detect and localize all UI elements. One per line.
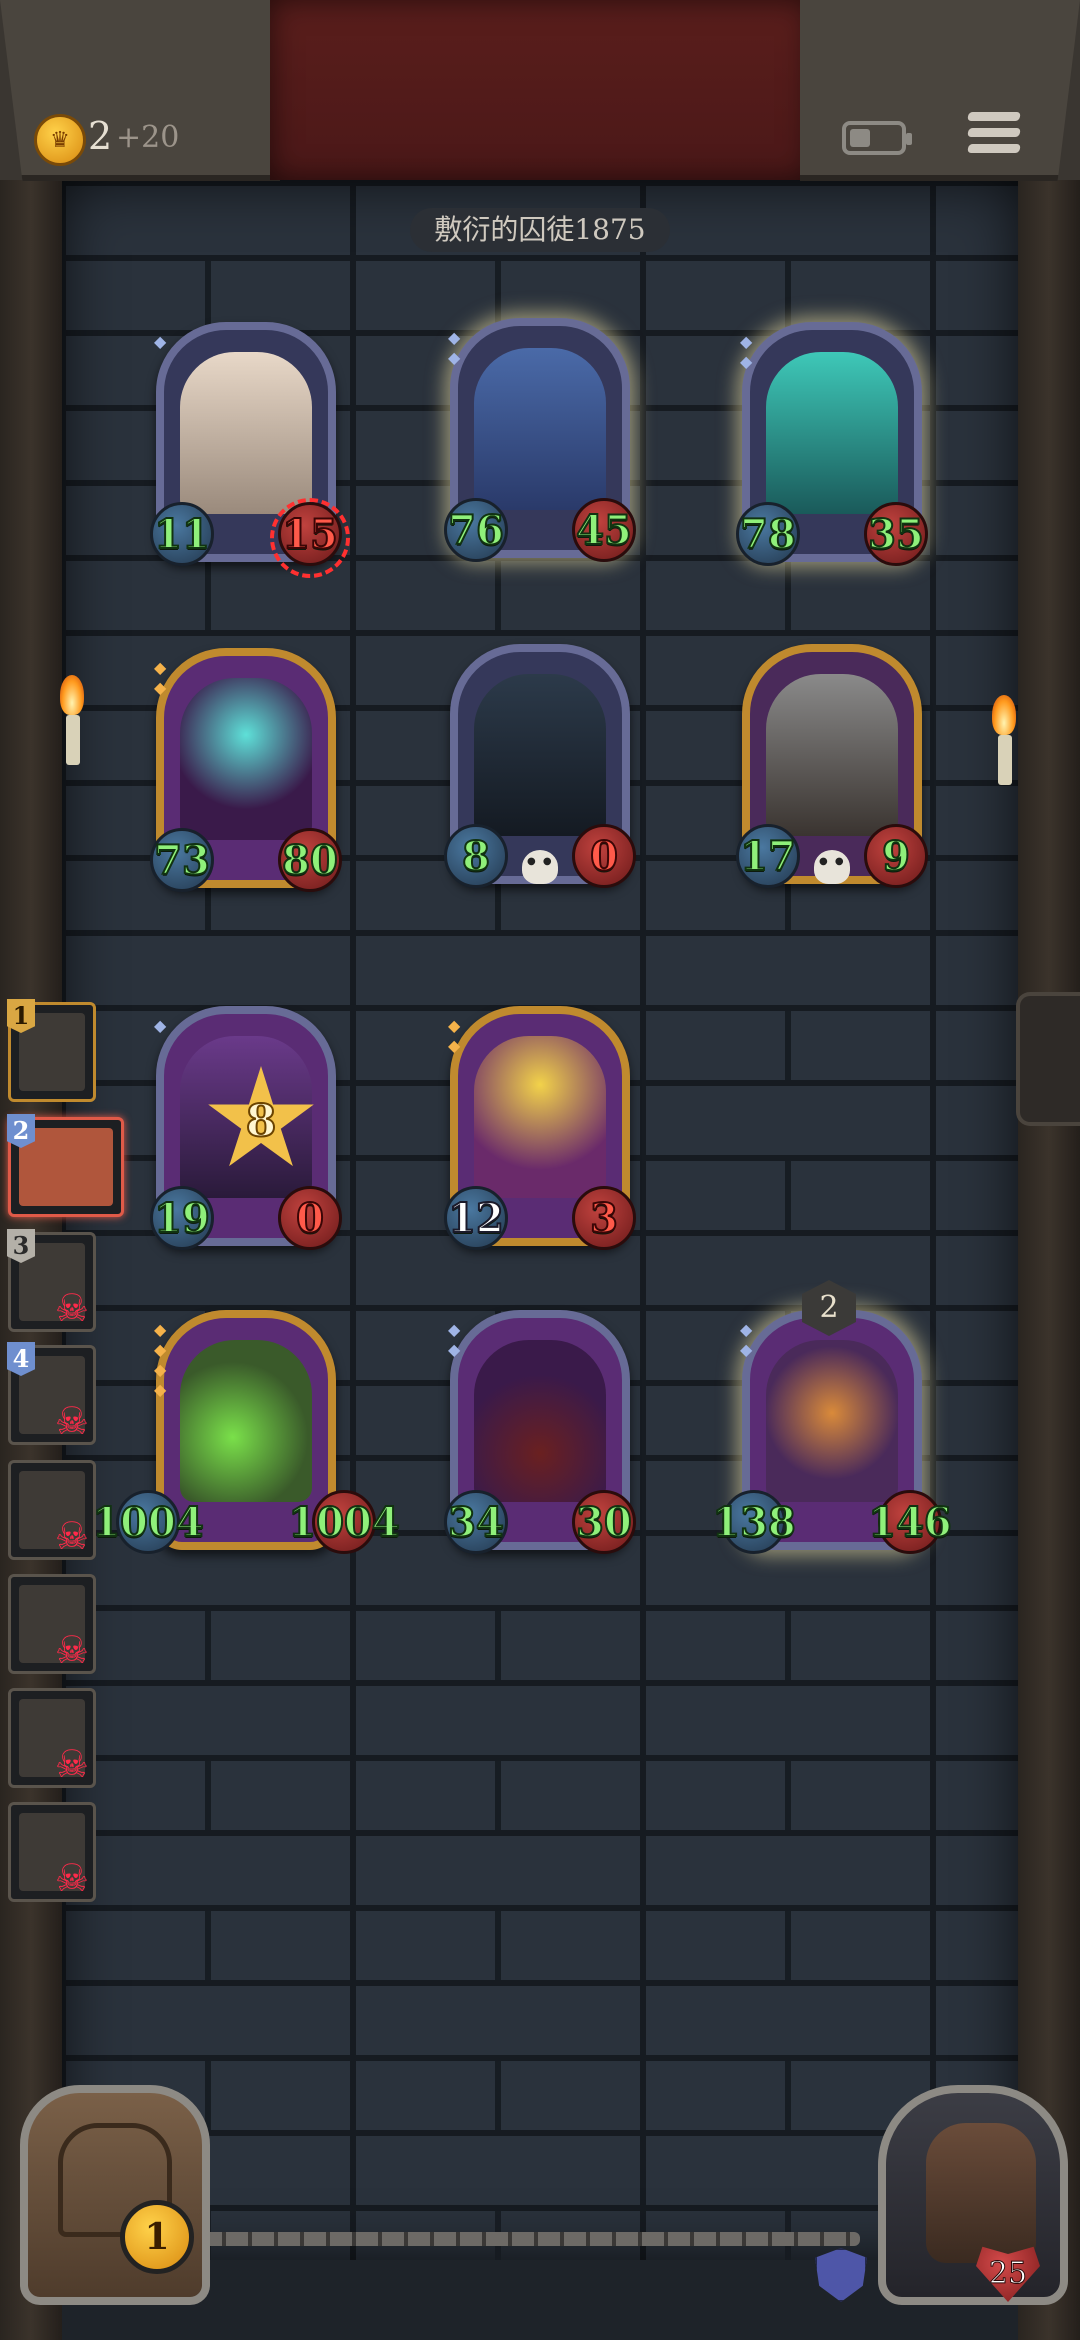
crow-art [474, 674, 606, 836]
attack-stat: 76 [444, 498, 508, 562]
health-stat: 1004 [287, 1490, 401, 1554]
wall-torch-left [54, 675, 90, 765]
goggle-pirate-art [180, 352, 312, 514]
minion-card-scorpion[interactable]: ◆ ◆ 34 30 [444, 1310, 636, 1554]
top-right-panel [800, 0, 1080, 181]
attack-stat: 1004 [91, 1490, 205, 1554]
shield-icon[interactable] [815, 2248, 867, 2302]
crown-coin-icon: ♛ [34, 114, 86, 166]
chain-decoration [200, 2232, 860, 2246]
health-stat: 0 [278, 1186, 342, 1250]
tier-pip-icon: ◆ [154, 1016, 167, 1035]
minion-card-spirit-flame[interactable]: ◆ ◆ 73 80 [150, 648, 342, 892]
armored-knight-art [474, 348, 606, 510]
player-slot-4[interactable]: 4 ☠ [7, 1342, 96, 1445]
health-stat: 0 [572, 824, 636, 888]
tier-pip-icon: ◆ ◆ [740, 1320, 753, 1359]
menu-icon[interactable] [967, 112, 1021, 160]
battery-icon [842, 121, 912, 155]
tier-pip-icon: ◆ ◆ ◆ ◆ [154, 1320, 167, 1399]
skull-icon [814, 850, 850, 884]
player-slot-5[interactable]: ☠ [8, 1460, 96, 1560]
minion-card-pumpkin[interactable]: ◆ ◆ 2 138 146 [711, 1280, 953, 1554]
dungeon-door [270, 0, 810, 180]
minion-card-crow[interactable]: 8 0 [444, 644, 636, 888]
minion-card-goggle-pirate[interactable]: ◆ 11 15 [150, 322, 350, 578]
skull-crossbones-icon: ☠ [54, 1856, 89, 1900]
tier-pip-icon: ◆ ◆ [740, 332, 753, 371]
wall-torch-right [986, 695, 1022, 785]
health-stat: 45 [572, 498, 636, 562]
ghost-samurai-art [766, 352, 898, 514]
hero-portrait[interactable] [878, 2085, 1068, 2305]
health-stat: 35 [864, 502, 928, 566]
skull-icon [522, 850, 558, 884]
tier-pip-icon: ◆ [154, 332, 167, 351]
attack-stat: 78 [736, 502, 800, 566]
tier-pip-icon: ◆ ◆ [448, 1016, 461, 1055]
mech-rat-art [766, 674, 898, 836]
skull-crossbones-icon: ☠ [54, 1628, 89, 1672]
attack-stat: 17 [736, 824, 800, 888]
attack-stat: 138 [711, 1490, 797, 1554]
attack-stat: 12 [444, 1186, 508, 1250]
side-latch [1016, 992, 1080, 1126]
player-slot-8[interactable]: ☠ [8, 1802, 96, 1902]
attack-stat: 34 [444, 1490, 508, 1554]
chest-coin-count: 1 [120, 2200, 194, 2274]
health-stat: 3 [572, 1186, 636, 1250]
attack-stat: 11 [150, 502, 214, 566]
player-slot-6[interactable]: ☠ [8, 1574, 96, 1674]
slime-dragon-art [180, 1340, 312, 1502]
top-bar: ♛ 2 +20 [0, 0, 1080, 181]
skull-crossbones-icon: ☠ [54, 1286, 89, 1330]
treasure-chest-icon[interactable] [20, 2085, 210, 2305]
rank-badge: 2 [7, 1114, 35, 1148]
health-stat: 9 [864, 824, 928, 888]
pumpkin-art [766, 1340, 898, 1502]
health-stat: 80 [278, 828, 342, 892]
skull-crossbones-icon: ☠ [54, 1742, 89, 1786]
rank-badge: 1 [7, 999, 35, 1033]
player-slot-3[interactable]: 3 ☠ [7, 1229, 96, 1332]
gold-count: 2 [88, 114, 113, 158]
minion-card-shadow-dragon[interactable]: ◆ 8 19 0 [150, 1006, 342, 1250]
attack-stat: 19 [150, 1186, 214, 1250]
opponent-name: 敷衍的囚徒1875 [410, 208, 670, 252]
minion-card-armored-knight[interactable]: ◆ ◆ 76 45 [444, 318, 636, 562]
health-stat: 146 [867, 1490, 953, 1554]
skull-crossbones-icon: ☠ [54, 1399, 89, 1443]
gold-bonus: +20 [116, 120, 180, 155]
attack-stat: 73 [150, 828, 214, 892]
fire-queen-art [474, 1036, 606, 1198]
health-stat: 15 [278, 502, 342, 566]
spirit-flame-art [180, 678, 312, 840]
player-slot-7[interactable]: ☠ [8, 1688, 96, 1788]
right-wall [1018, 0, 1080, 2340]
player-slot-1[interactable]: 1 [7, 999, 96, 1102]
skull-crossbones-icon: ☠ [54, 1514, 89, 1558]
tier-pip-icon: ◆ ◆ [448, 328, 461, 367]
rank-badge: 4 [7, 1342, 35, 1376]
tier-pip-icon: ◆ ◆ [154, 658, 167, 697]
health-stat: 30 [572, 1490, 636, 1554]
player-slot-2[interactable]: 2 [7, 1114, 124, 1217]
minion-card-ghost-samurai[interactable]: ◆ ◆ 78 35 [736, 322, 928, 566]
scorpion-art [474, 1340, 606, 1502]
minion-card-fire-queen[interactable]: ◆ ◆ 12 3 [444, 1006, 636, 1250]
minion-card-slime-dragon[interactable]: ◆ ◆ ◆ ◆ 1004 1004 [91, 1310, 401, 1554]
minion-card-mech-rat[interactable]: 17 9 [736, 644, 928, 888]
rank-badge: 3 [7, 1229, 35, 1263]
attack-stat: 8 [444, 824, 508, 888]
tier-pip-icon: ◆ ◆ [448, 1320, 461, 1359]
